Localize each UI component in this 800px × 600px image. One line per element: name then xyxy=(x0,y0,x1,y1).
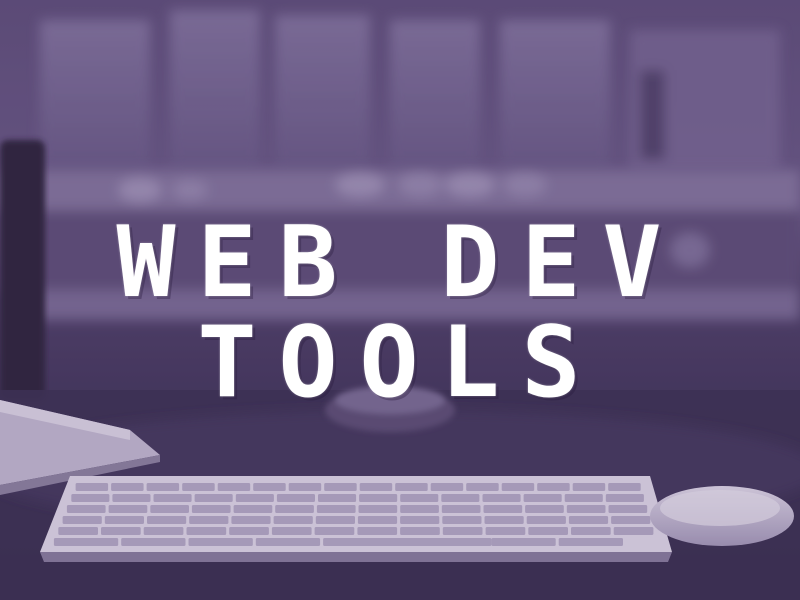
title-line-2: TOOLS xyxy=(197,306,603,420)
title-line-1: WEB DEV xyxy=(116,206,684,320)
title-line-2-wrap: TOOLS xyxy=(0,314,800,412)
hero-image: WEB DEV TOOLS xyxy=(0,0,800,600)
title-line-1-wrap: WEB DEV xyxy=(0,214,800,312)
